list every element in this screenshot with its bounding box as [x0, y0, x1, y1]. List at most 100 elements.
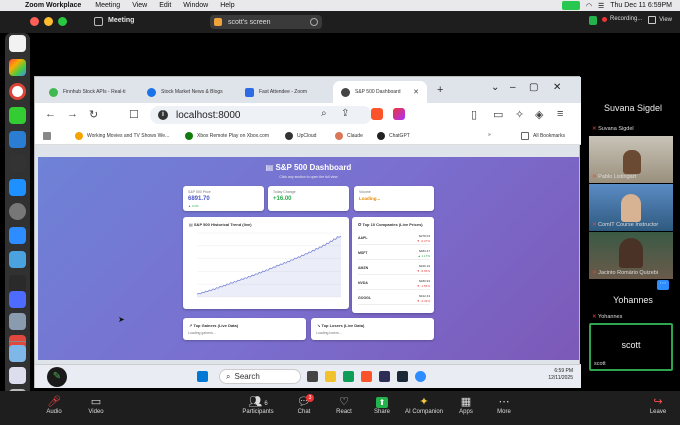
- documents-icon[interactable]: [9, 367, 26, 384]
- top10-row[interactable]: GOOGL $312.43 ▼ -2.43%: [358, 293, 430, 305]
- system-settings-icon[interactable]: [9, 203, 26, 220]
- bookmark-xbox[interactable]: Xbox Remote Play on Xbox.com: [185, 132, 269, 140]
- participant-instructor-video[interactable]: ✕ ComIT Course Instructor: [589, 184, 673, 231]
- steam-icon[interactable]: [397, 371, 408, 382]
- menu-view[interactable]: View: [132, 2, 147, 9]
- menubar-datetime[interactable]: Thu Dec 11 6:59PM: [610, 2, 672, 9]
- edge-icon[interactable]: [343, 371, 354, 382]
- back-icon[interactable]: ←: [45, 108, 56, 120]
- chevron-down-icon[interactable]: ⌄: [491, 82, 499, 93]
- outlook-icon[interactable]: [9, 131, 26, 148]
- zoom-status-icon[interactable]: [561, 1, 580, 10]
- bookmark-chatgpt[interactable]: ChatGPT: [377, 132, 410, 140]
- zoom-window-icon[interactable]: [58, 17, 67, 26]
- app-store-icon[interactable]: [9, 179, 26, 196]
- participant-jacinto-video[interactable]: ✕ Jacinto Romário Quizebi: [589, 232, 673, 279]
- view-button[interactable]: View: [648, 16, 672, 24]
- recording-indicator[interactable]: Recording...: [602, 16, 642, 22]
- taskbar-search[interactable]: ⌕ Search: [219, 369, 301, 384]
- rewards-icon[interactable]: [393, 108, 405, 120]
- preview-icon[interactable]: [9, 313, 26, 330]
- screen-share-pill[interactable]: scott's screen: [210, 15, 322, 29]
- top10-row[interactable]: AAPL $278.03 ▼ -0.27%: [358, 233, 430, 245]
- share-options-icon[interactable]: [310, 18, 318, 26]
- card-volume[interactable]: Volume Loading...: [354, 186, 434, 211]
- meeting-info-icon[interactable]: [94, 17, 103, 26]
- shield-icon[interactable]: [589, 16, 597, 25]
- top10-row[interactable]: MSFT $483.47 ▲ 1.17%: [358, 248, 430, 260]
- tab-zoom-attendee[interactable]: Fast Attendee - Zoom: [237, 81, 331, 103]
- menu-help[interactable]: Help: [220, 2, 234, 9]
- more-button[interactable]: ⋯ More: [482, 395, 526, 415]
- tab-sp500-dashboard[interactable]: S&P 500 Dashboard ✕: [333, 81, 427, 103]
- sidebar-icon[interactable]: ▯: [471, 108, 477, 121]
- chrome-icon[interactable]: [9, 83, 26, 100]
- close-window-icon[interactable]: ✕: [553, 82, 561, 93]
- participant-pablo-video[interactable]: ✕ Pablo Listingart: [589, 136, 673, 183]
- ai-companion-button[interactable]: ✦ AI Companion: [402, 395, 446, 415]
- new-tab-icon[interactable]: +: [437, 84, 443, 96]
- pen-icon[interactable]: ✎: [47, 367, 67, 387]
- wifi-icon[interactable]: ◠: [586, 2, 592, 10]
- maximize-icon[interactable]: ▢: [529, 82, 538, 93]
- share-button[interactable]: ⬆ Share: [360, 395, 404, 415]
- menu-window[interactable]: Window: [183, 2, 208, 9]
- zoom-icon[interactable]: ⌕: [321, 108, 327, 119]
- menu-meeting[interactable]: Meeting: [95, 2, 120, 9]
- tab-stock-news[interactable]: Stock Market News & Blogs: [139, 81, 233, 103]
- more-bookmarks-icon[interactable]: »: [488, 132, 491, 138]
- top10-card[interactable]: ✪ Top 10 Companies (Live Prices) AAPL $27…: [352, 217, 434, 313]
- bookmark-movies[interactable]: Working Movies and TV Shows We...: [75, 132, 169, 140]
- card-today-change[interactable]: Today Change +16.00: [268, 186, 349, 211]
- maps-icon[interactable]: [9, 251, 26, 268]
- audio-button[interactable]: 🎤︎ Audio: [32, 395, 76, 415]
- brave-icon[interactable]: [371, 108, 383, 120]
- menubar-app-name[interactable]: Zoom Workplace: [25, 2, 81, 9]
- top-losers-card[interactable]: ↘ Top Losers (Live Data) Loading losers.…: [311, 318, 434, 340]
- minimize-window-icon[interactable]: [44, 17, 53, 26]
- top10-row[interactable]: AMZN $226.19 ▼ -0.65%: [358, 263, 430, 275]
- more-participants-icon[interactable]: ⋯: [657, 280, 669, 290]
- participant-yohannes-tile[interactable]: Yohannes: [589, 295, 677, 305]
- terminal-icon[interactable]: [9, 155, 26, 172]
- launchpad-icon[interactable]: [9, 59, 26, 76]
- bookmark-claude[interactable]: Claude: [335, 132, 363, 140]
- zoom-app-icon[interactable]: [9, 227, 26, 244]
- wallet-icon[interactable]: ▭: [493, 108, 503, 121]
- zoom-taskbar-icon[interactable]: [415, 371, 426, 382]
- card-sp500-price[interactable]: S&P 500 Price 6891.70 ▲ 0.2%: [183, 186, 264, 211]
- video-button[interactable]: ▭ Video: [74, 395, 118, 415]
- task-view-icon[interactable]: [307, 371, 318, 382]
- participant-suvana-tile[interactable]: Suvana Sigdel: [589, 103, 677, 113]
- apps-icon[interactable]: [43, 132, 51, 140]
- top10-row[interactable]: NVDA $180.93 ▼ -1.55%: [358, 278, 430, 290]
- menu-icon[interactable]: ≡: [557, 108, 563, 120]
- chat-button[interactable]: 💬︎ 3 Chat: [282, 394, 326, 415]
- reload-icon[interactable]: ↻: [89, 108, 98, 121]
- share-icon[interactable]: ⇪: [341, 108, 349, 119]
- taskbar-clock[interactable]: 6:59 PM 12/11/2025: [548, 368, 573, 382]
- top-gainers-card[interactable]: ↗ Top Gainers (Live Data) Loading gainer…: [183, 318, 306, 340]
- signal-icon[interactable]: [9, 291, 26, 308]
- file-explorer-icon[interactable]: [325, 371, 336, 382]
- control-center-icon[interactable]: ☰: [598, 2, 604, 10]
- close-window-icon[interactable]: [30, 17, 39, 26]
- brave-taskbar-icon[interactable]: [361, 371, 372, 382]
- bookmark-icon[interactable]: ☐: [129, 108, 139, 121]
- all-bookmarks[interactable]: All Bookmarks: [521, 132, 565, 140]
- extensions-icon[interactable]: ✧: [515, 108, 524, 121]
- menu-edit[interactable]: Edit: [159, 2, 171, 9]
- finder-icon[interactable]: [9, 35, 26, 52]
- folder-icon[interactable]: [9, 345, 26, 362]
- windows-start-icon[interactable]: [197, 371, 208, 382]
- participants-button[interactable]: 👥︎ 6 Participants: [236, 395, 280, 415]
- bookmark-upcloud[interactable]: UpCloud: [285, 132, 316, 140]
- tab-finnhub[interactable]: Finnhub Stock APIs - Real-ti: [41, 81, 135, 103]
- vscode-icon[interactable]: [379, 371, 390, 382]
- app-icon[interactable]: [9, 275, 26, 292]
- vpn-icon[interactable]: ◈: [535, 108, 543, 121]
- address-bar[interactable]: i localhost:8000: [150, 106, 372, 124]
- facetime-icon[interactable]: [9, 107, 26, 124]
- minimize-icon[interactable]: –: [510, 82, 516, 93]
- forward-icon[interactable]: →: [67, 108, 78, 120]
